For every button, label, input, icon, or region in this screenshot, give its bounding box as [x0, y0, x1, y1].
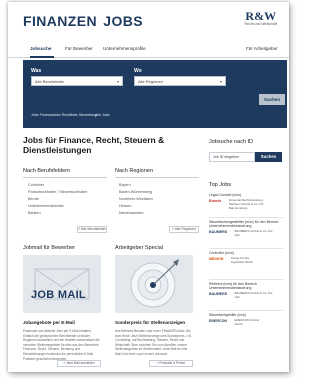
- company-name: BAUMERS GmbH & Co. KG: [234, 291, 273, 296]
- jobmail-text: Passende und aktuelle Jobs per E-Mail er…: [23, 329, 100, 361]
- site-header: FINANZEN JOBS R&W Recht und Wirtschaft: [8, 2, 289, 32]
- tab-jobsuche[interactable]: Jobsuche: [30, 46, 51, 51]
- where-select-value: Alle Regionen: [138, 79, 163, 84]
- job-company: BAUMERS GmbH & Co. KG Ulm: [235, 292, 275, 300]
- logo-word-jobs: JOBS: [103, 13, 144, 29]
- job-location: Ingolstadt; Berlin: [230, 260, 254, 264]
- jobmail-image[interactable]: JOB MAIL: [23, 255, 101, 313]
- main-nav: Jobsuche Für Bewerber Unternehmensprofil…: [8, 42, 289, 58]
- target-icon: [115, 255, 193, 313]
- job-divider: [209, 248, 283, 249]
- job-location: Bad Homburg: [228, 205, 248, 210]
- fields-title: Nach Berufsfeldern: [23, 168, 71, 174]
- tab-fuer-arbeitgeber[interactable]: Für Arbeitgeber: [246, 46, 278, 51]
- field-link[interactable]: Controller: [28, 183, 44, 187]
- field-link[interactable]: Unternehmensberater: [28, 204, 64, 208]
- job-title: Steuerfachgehilfe (m/w): [209, 313, 246, 317]
- page-frame: FINANZEN JOBS R&W Recht und Wirtschaft J…: [8, 2, 289, 372]
- job-company: ENERCON GmbH Aurich: [234, 318, 274, 327]
- jobmail-image-text: JOB MAIL: [31, 289, 86, 301]
- job-title: Referent (m/w) für den Bereich Unternehm…: [209, 282, 257, 291]
- job-company: BAUMERS GmbH & Co. KG Ulm: [235, 230, 275, 238]
- job-id-search-button[interactable]: Suchen: [255, 152, 282, 162]
- partner-logo-subtitle: Recht und Wirtschaft: [244, 22, 277, 26]
- envelope-icon: [23, 255, 101, 313]
- region-link[interactable]: Nordrhein-Westfalen: [119, 197, 153, 201]
- quick-link-alle-jobs[interactable]: Alle Jobs: [95, 113, 110, 117]
- job-location: Aurich: [234, 322, 243, 326]
- jobmail-signup-button[interactable]: » Jetzt Mail anmelden: [57, 360, 101, 367]
- jobmail-title: Jobmail für Bewerber: [23, 245, 75, 251]
- employer-special-title: Arbeitgeber Special: [115, 245, 164, 251]
- quick-link-recht[interactable]: Jobs Recht: [53, 113, 71, 117]
- what-select[interactable]: Alle Berufsfelder ▾: [31, 76, 123, 86]
- field-link[interactable]: Banken: [28, 211, 41, 215]
- what-select-value: Alle Berufsfelder: [35, 79, 65, 84]
- job-company: Financial Rechtsberatung Sachsen GmbH & …: [228, 198, 269, 210]
- region-link[interactable]: Baden-Württemberg: [119, 190, 152, 194]
- logo-word-finanzen: FINANZEN: [23, 13, 97, 29]
- region-link[interactable]: Niedersachsen: [119, 211, 144, 215]
- partner-logo-mark: R&W: [245, 9, 277, 23]
- quick-link-finanzen[interactable]: Jobs Finanzen: [31, 113, 54, 117]
- tab-fuer-bewerber[interactable]: Für Bewerber: [65, 46, 93, 51]
- employer-special-text: Aus Betriebs-Beraten oder eurer FINANZEN…: [115, 329, 192, 356]
- tab-unternehmensprofile[interactable]: Unternehmensprofile: [103, 46, 146, 51]
- job-title: Controller (m/w): [209, 251, 234, 255]
- active-tab-indicator: [30, 56, 54, 58]
- jobmail-caption: Jobangebote per E-Mail: [23, 320, 75, 325]
- company-logo: BAUMERS: [209, 292, 228, 297]
- job-location: Ulm: [234, 233, 240, 238]
- fields-divider: [23, 177, 107, 178]
- job-title: Legal Counsel (m/w): [209, 193, 242, 197]
- job-divider: [209, 279, 283, 280]
- job-id-input[interactable]: Job ID eingeben: [209, 152, 255, 162]
- page-title: Jobs für Finance, Recht, Steuern & Diens…: [23, 135, 165, 155]
- job-divider: [209, 310, 283, 311]
- chevron-down-icon: ▾: [219, 79, 222, 84]
- top-jobs-title: Top Jobs: [209, 182, 232, 188]
- top-job-item[interactable]: Steuerfachgehilfe (m/w) ENERCON ENERCON …: [209, 313, 283, 335]
- company-logo: BAUMERS: [209, 230, 228, 235]
- where-label: Wo: [134, 68, 142, 74]
- job-id-search-title: Jobsuche nach ID: [209, 139, 254, 145]
- regions-divider: [115, 177, 199, 178]
- all-fields-button[interactable]: » Alle Berufsfelder: [77, 226, 107, 233]
- employer-special-caption: Sonderpreis für Stellenanzeigen: [115, 320, 186, 325]
- job-divider: [209, 217, 283, 218]
- company-logo: ENERCON: [209, 319, 227, 324]
- regions-title: Nach Regionen: [115, 168, 153, 174]
- company-logo: Brands: [209, 199, 222, 204]
- region-link[interactable]: Hessen: [119, 204, 132, 208]
- all-regions-button[interactable]: » Alle Regionen: [169, 226, 199, 233]
- field-link[interactable]: Berufe: [28, 197, 39, 201]
- partner-logo[interactable]: R&W Recht und Wirtschaft: [244, 9, 277, 26]
- job-search-panel: Was Alle Berufsfelder ▾ Wo Alle Regionen…: [23, 60, 287, 128]
- job-company: Scope GmbH Ingolstadt; Berlin: [230, 256, 271, 265]
- job-title: Steuerfachangestellter (m/w) für den Ber…: [209, 220, 279, 229]
- finanzenjobs-logo[interactable]: FINANZEN JOBS: [23, 13, 143, 29]
- what-label: Was: [31, 68, 42, 74]
- chevron-down-icon: ▾: [116, 79, 119, 84]
- where-select[interactable]: Alle Regionen ▾: [134, 76, 226, 86]
- top-job-item[interactable]: Steuerfachangestellter (m/w) für den Ber…: [209, 220, 283, 246]
- top-job-item[interactable]: Referent (m/w) für den Bereich Unternehm…: [209, 282, 283, 308]
- company-name: BAUMERS GmbH & Co. KG: [234, 229, 273, 234]
- field-link[interactable]: Finanzbuchhalter / Steuerbuchhalter: [28, 190, 87, 194]
- top-job-item[interactable]: Controller (m/w) MEDION Scope GmbH Ingol…: [209, 251, 283, 273]
- company-logo: MEDION: [209, 257, 224, 262]
- search-button[interactable]: Suchen: [259, 94, 285, 105]
- job-location: Ulm: [234, 295, 240, 300]
- products-prices-button[interactable]: » Produkte & Preise: [149, 360, 193, 367]
- top-job-item[interactable]: Legal Counsel (m/w) Brands Financial Rec…: [209, 193, 283, 215]
- region-link[interactable]: Bayern: [119, 183, 131, 187]
- quick-link-steuerberg[interactable]: Jobs Steuerberg.: [70, 113, 97, 117]
- employer-special-image[interactable]: [115, 255, 193, 313]
